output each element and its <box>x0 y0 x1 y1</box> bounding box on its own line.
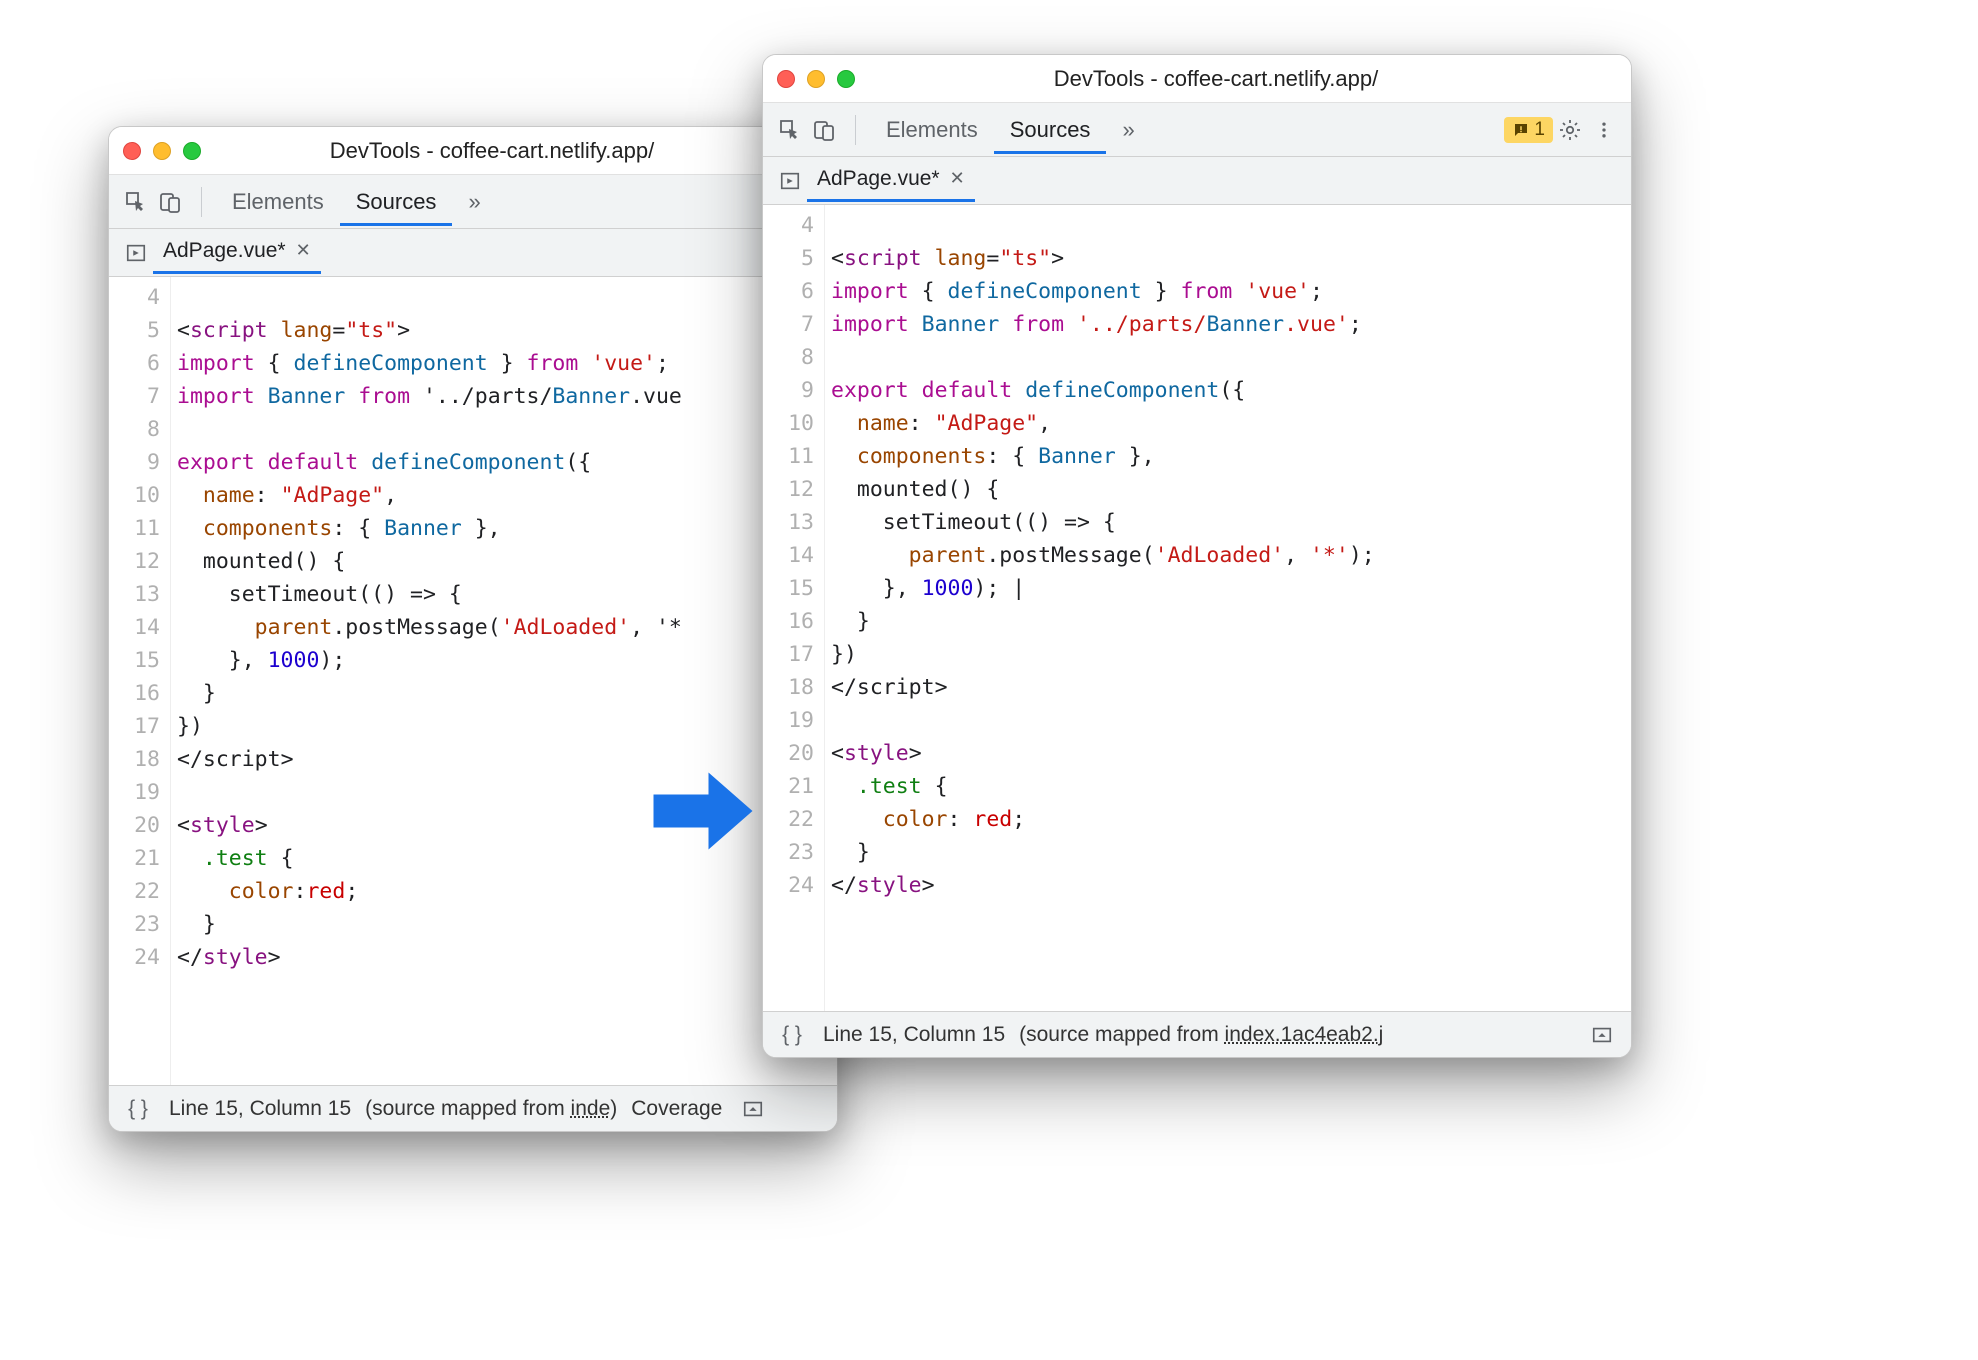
gutter-right: 456789101112131415161718192021222324 <box>763 205 825 1011</box>
toolbar: Elements Sources » 1 <box>763 103 1631 157</box>
inspect-icon[interactable] <box>119 185 153 219</box>
tab-sources[interactable]: Sources <box>340 189 453 226</box>
code-left[interactable]: <script lang="ts">import { defineCompone… <box>171 277 837 1085</box>
file-tab[interactable]: AdPage.vue* ✕ <box>807 161 975 202</box>
navigator-icon[interactable] <box>773 164 807 198</box>
close-button[interactable] <box>777 70 795 88</box>
cursor-position: Line 15, Column 15 <box>823 1023 1005 1047</box>
more-tabs-icon[interactable]: » <box>452 189 496 215</box>
window-title: DevTools - coffee-cart.netlify.app/ <box>221 138 823 164</box>
warning-count: 1 <box>1534 119 1545 141</box>
close-tab-icon[interactable]: ✕ <box>950 168 965 189</box>
navigator-icon[interactable] <box>119 236 153 270</box>
traffic-lights <box>777 70 855 88</box>
code-right[interactable]: <script lang="ts">import { defineCompone… <box>825 205 1631 1011</box>
traffic-lights <box>123 142 201 160</box>
drawer-icon[interactable] <box>1585 1018 1619 1052</box>
kebab-icon[interactable] <box>1587 113 1621 147</box>
coverage-label[interactable]: Coverage <box>631 1097 722 1121</box>
source-map-link[interactable]: inde <box>571 1097 611 1120</box>
maximize-button[interactable] <box>837 70 855 88</box>
code-editor[interactable]: 456789101112131415161718192021222324 <sc… <box>109 277 837 1085</box>
braces-icon[interactable]: { } <box>121 1092 155 1126</box>
devtools-window-left: DevTools - coffee-cart.netlify.app/ Elem… <box>108 126 838 1132</box>
status-bar: { } Line 15, Column 15 (source mapped fr… <box>109 1085 837 1131</box>
file-tab-bar: AdPage.vue* ✕ <box>109 229 837 277</box>
status-bar: { } Line 15, Column 15 (source mapped fr… <box>763 1011 1631 1057</box>
close-tab-icon[interactable]: ✕ <box>296 240 311 261</box>
tab-elements[interactable]: Elements <box>870 117 994 143</box>
warning-badge[interactable]: 1 <box>1504 117 1553 143</box>
device-icon[interactable] <box>807 113 841 147</box>
close-button[interactable] <box>123 142 141 160</box>
file-tab-bar: AdPage.vue* ✕ <box>763 157 1631 205</box>
more-tabs-icon[interactable]: » <box>1106 117 1150 143</box>
mapped-text: (source mapped from inde) <box>365 1097 617 1121</box>
mapped-text: (source mapped from index.1ac4eab2.j <box>1019 1023 1383 1047</box>
braces-icon[interactable]: { } <box>775 1018 809 1052</box>
file-tab-label: AdPage.vue* <box>817 167 940 191</box>
tab-elements[interactable]: Elements <box>216 189 340 215</box>
tab-sources[interactable]: Sources <box>994 117 1107 154</box>
gutter-left: 456789101112131415161718192021222324 <box>109 277 171 1085</box>
source-map-link[interactable]: index.1ac4eab2.j <box>1225 1023 1384 1046</box>
file-tab-label: AdPage.vue* <box>163 239 286 263</box>
toolbar: Elements Sources » <box>109 175 837 229</box>
titlebar: DevTools - coffee-cart.netlify.app/ <box>109 127 837 175</box>
cursor-position: Line 15, Column 15 <box>169 1097 351 1121</box>
minimize-button[interactable] <box>153 142 171 160</box>
code-editor[interactable]: 456789101112131415161718192021222324 <sc… <box>763 205 1631 1011</box>
devtools-window-right: DevTools - coffee-cart.netlify.app/ Elem… <box>762 54 1632 1058</box>
file-tab[interactable]: AdPage.vue* ✕ <box>153 233 321 274</box>
arrow-icon <box>648 756 758 866</box>
titlebar: DevTools - coffee-cart.netlify.app/ <box>763 55 1631 103</box>
minimize-button[interactable] <box>807 70 825 88</box>
device-icon[interactable] <box>153 185 187 219</box>
drawer-icon[interactable] <box>736 1092 770 1126</box>
maximize-button[interactable] <box>183 142 201 160</box>
inspect-icon[interactable] <box>773 113 807 147</box>
window-title: DevTools - coffee-cart.netlify.app/ <box>875 66 1617 92</box>
gear-icon[interactable] <box>1553 113 1587 147</box>
